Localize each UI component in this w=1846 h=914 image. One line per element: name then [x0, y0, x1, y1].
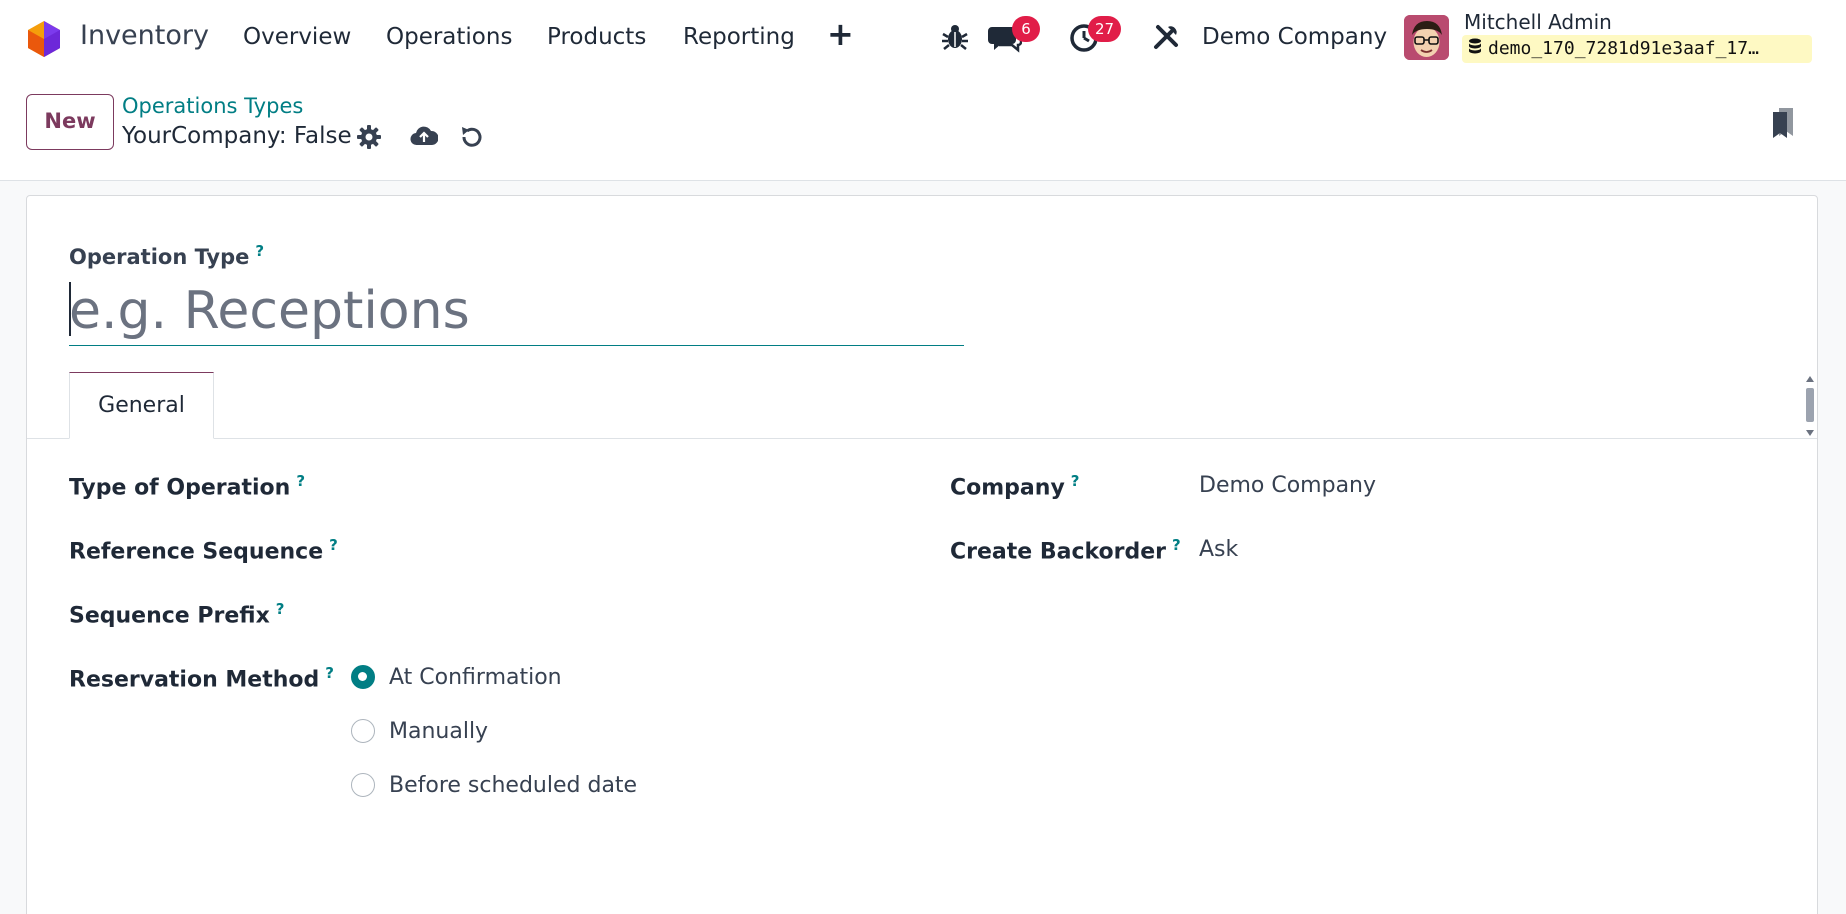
help-tooltip-icon[interactable]: ?: [329, 536, 338, 554]
radio-unchecked-icon[interactable]: [351, 773, 375, 797]
menu-operations[interactable]: Operations: [386, 24, 512, 50]
help-tooltip-icon[interactable]: ?: [255, 242, 264, 260]
database-name: demo_170_7281d91e3aaf_17…: [1462, 35, 1812, 63]
scroll-down-icon[interactable]: [1806, 430, 1814, 436]
reservation-option-at-confirmation[interactable]: At Confirmation: [351, 662, 562, 692]
type-of-operation-text: Type of Operation: [69, 475, 291, 501]
reservation-option-manually[interactable]: Manually: [351, 716, 488, 746]
new-button[interactable]: New: [26, 94, 114, 150]
reservation-option-before-scheduled-date[interactable]: Before scheduled date: [351, 770, 637, 800]
reference-sequence-text: Reference Sequence: [69, 539, 324, 565]
company-field[interactable]: Demo Company: [1199, 473, 1376, 498]
gear-icon[interactable]: [356, 124, 382, 150]
reservation-option-label: Manually: [389, 718, 489, 744]
discard-undo-icon[interactable]: [458, 124, 484, 150]
sequence-prefix-label: Sequence Prefix?: [69, 600, 284, 628]
scroll-up-icon[interactable]: [1806, 376, 1814, 382]
app-logo-icon[interactable]: [26, 19, 62, 59]
sequence-prefix-text: Sequence Prefix: [69, 603, 270, 629]
tabs-divider: [27, 438, 1817, 439]
bug-icon[interactable]: [940, 22, 970, 52]
company-switcher[interactable]: Demo Company: [1202, 24, 1387, 50]
menu-reporting[interactable]: Reporting: [683, 24, 795, 50]
menu-overview[interactable]: Overview: [243, 24, 351, 50]
user-avatar[interactable]: [1404, 15, 1449, 60]
reference-sequence-label: Reference Sequence?: [69, 536, 338, 564]
app-name[interactable]: Inventory: [80, 20, 209, 51]
operation-type-label: Operation Type?: [69, 242, 264, 269]
menu-products[interactable]: Products: [547, 24, 646, 50]
cloud-upload-icon[interactable]: [410, 124, 438, 150]
help-tooltip-icon[interactable]: ?: [296, 472, 305, 490]
plus-icon[interactable]: +: [827, 18, 854, 50]
create-backorder-text: Create Backorder: [950, 539, 1167, 565]
create-backorder-field[interactable]: Ask: [1199, 537, 1238, 562]
help-tooltip-icon[interactable]: ?: [325, 664, 334, 682]
database-icon: [1469, 38, 1481, 54]
create-backorder-label: Create Backorder?: [950, 536, 1181, 564]
messages-badge: 6: [1012, 16, 1040, 42]
reservation-method-label: Reservation Method?: [69, 664, 334, 692]
bookmark-icon[interactable]: [1770, 106, 1796, 140]
help-tooltip-icon[interactable]: ?: [276, 600, 285, 618]
text-caret: [69, 282, 71, 336]
tab-scrollbar[interactable]: [1804, 374, 1816, 438]
user-name[interactable]: Mitchell Admin: [1464, 10, 1612, 34]
radio-checked-icon[interactable]: [351, 665, 375, 689]
database-label: demo_170_7281d91e3aaf_17…: [1488, 38, 1759, 59]
company-label: Company?: [950, 472, 1079, 500]
help-tooltip-icon[interactable]: ?: [1172, 536, 1181, 554]
tab-general[interactable]: General: [69, 372, 214, 439]
company-label-text: Company: [950, 475, 1065, 501]
activities-badge: 27: [1088, 16, 1122, 42]
breadcrumb-operations-types[interactable]: Operations Types: [122, 94, 303, 118]
avatar-face-icon: [1404, 15, 1449, 60]
operation-type-label-text: Operation Type: [69, 245, 250, 269]
scroll-thumb[interactable]: [1806, 388, 1814, 422]
record-title: YourCompany: False: [122, 123, 352, 149]
reservation-method-text: Reservation Method: [69, 667, 320, 693]
radio-unchecked-icon[interactable]: [351, 719, 375, 743]
help-tooltip-icon[interactable]: ?: [1071, 472, 1080, 490]
type-of-operation-label: Type of Operation?: [69, 472, 305, 500]
settings-tools-icon[interactable]: [1151, 22, 1181, 52]
top-navbar: Inventory Overview Operations Products R…: [0, 0, 1846, 78]
operation-type-name-input[interactable]: [69, 276, 964, 346]
reservation-option-label: At Confirmation: [389, 664, 562, 690]
reservation-option-label: Before scheduled date: [389, 772, 638, 798]
